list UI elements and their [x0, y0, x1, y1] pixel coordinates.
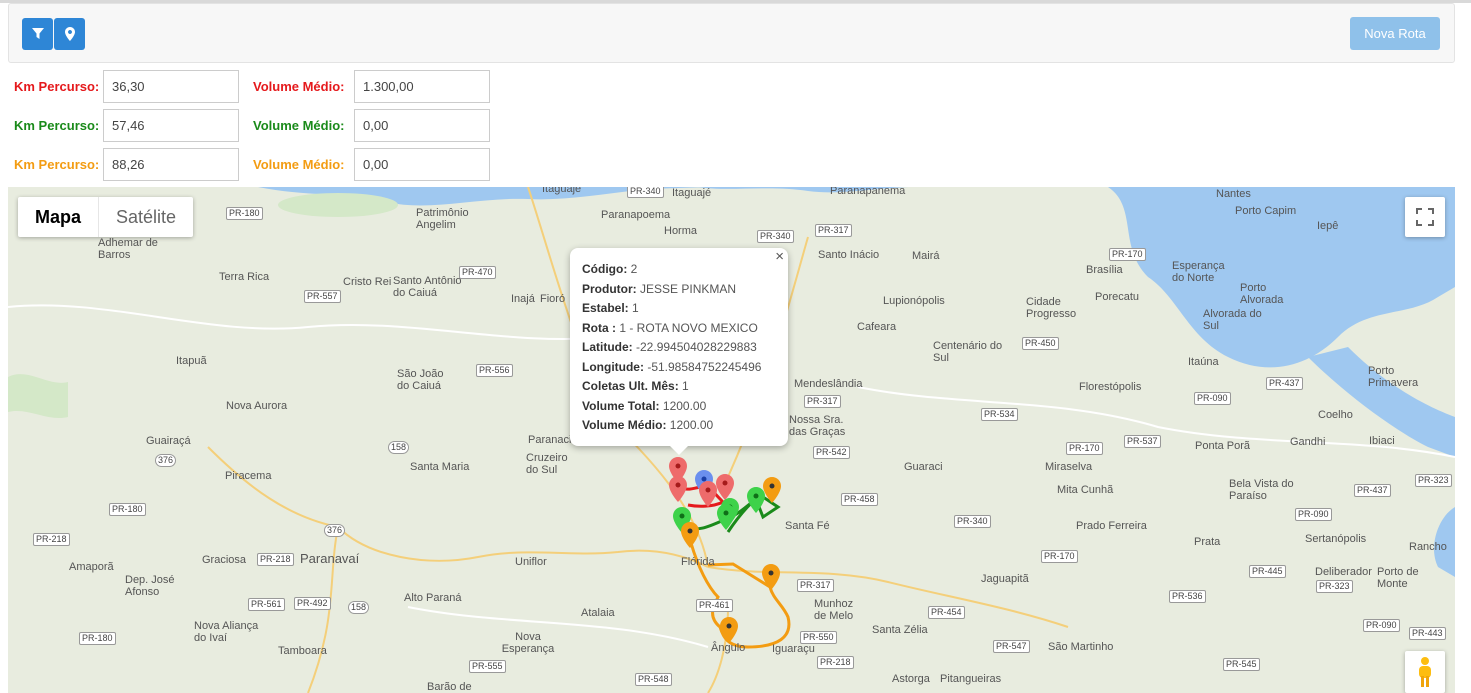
- marker-orange[interactable]: [763, 477, 781, 503]
- marker-red[interactable]: [716, 474, 734, 500]
- street-view-pegman-button[interactable]: [1405, 651, 1445, 693]
- filter-icon: [31, 28, 44, 39]
- volume-input[interactable]: 0,00: [354, 109, 490, 142]
- info-label: Volume Total:: [582, 399, 660, 413]
- marker-info-window: × Código: 2 Produtor: JESSE PINKMAN Esta…: [570, 248, 788, 455]
- new-route-button[interactable]: Nova Rota: [1350, 17, 1440, 50]
- close-icon[interactable]: ×: [775, 248, 784, 265]
- info-value: -51.98584752245496: [647, 360, 762, 374]
- km-label: Km Percurso:: [14, 157, 100, 172]
- map-type-control: Mapa Satélite: [18, 197, 194, 237]
- volume-input[interactable]: 0,00: [354, 148, 490, 181]
- fullscreen-icon: [1416, 208, 1434, 226]
- volume-input[interactable]: 1.300,00: [354, 70, 490, 103]
- info-label: Volume Médio:: [582, 418, 667, 432]
- volume-label: Volume Médio:: [253, 79, 345, 94]
- km-input[interactable]: 88,26: [103, 148, 239, 181]
- location-button[interactable]: [54, 18, 85, 50]
- info-label: Produtor:: [582, 282, 637, 296]
- info-value: 2: [630, 262, 638, 276]
- info-value: 1: [632, 301, 639, 315]
- marker-red[interactable]: [669, 476, 687, 502]
- marker-orange[interactable]: [762, 564, 780, 590]
- info-label: Latitude:: [582, 340, 633, 354]
- map-marker-icon: [64, 27, 75, 41]
- filter-button[interactable]: [22, 18, 53, 50]
- info-label: Código:: [582, 262, 628, 276]
- info-label: Longitude:: [582, 360, 644, 374]
- info-value: 1200.00: [669, 418, 714, 432]
- toolbar: Nova Rota: [8, 3, 1455, 63]
- km-label: Km Percurso:: [14, 118, 100, 133]
- info-label: Coletas Ult. Mês:: [582, 379, 679, 393]
- km-label: Km Percurso:: [14, 79, 100, 94]
- pegman-icon: [1419, 657, 1431, 687]
- volume-label: Volume Médio:: [253, 157, 345, 172]
- marker-red[interactable]: [699, 481, 717, 507]
- marker-orange[interactable]: [681, 522, 699, 548]
- fullscreen-button[interactable]: [1405, 197, 1445, 237]
- km-input[interactable]: 57,46: [103, 109, 239, 142]
- map-type-satellite-button[interactable]: Satélite: [98, 197, 193, 237]
- info-value: 1 - ROTA NOVO MEXICO: [619, 321, 758, 335]
- info-label: Estabel:: [582, 301, 629, 315]
- volume-label: Volume Médio:: [253, 118, 345, 133]
- marker-green[interactable]: [717, 504, 735, 530]
- map[interactable]: Itaguajé Itaguajé Paranapanema Nantes Po…: [8, 187, 1455, 693]
- info-label: Rota :: [582, 321, 616, 335]
- map-type-map-button[interactable]: Mapa: [18, 197, 98, 237]
- info-value: -22.994504028229883: [636, 340, 757, 354]
- km-input[interactable]: 36,30: [103, 70, 239, 103]
- info-value: 1200.00: [662, 399, 707, 413]
- marker-green[interactable]: [747, 487, 765, 513]
- info-value: JESSE PINKMAN: [640, 282, 737, 296]
- marker-orange[interactable]: [720, 617, 738, 643]
- info-value: 1: [682, 379, 689, 393]
